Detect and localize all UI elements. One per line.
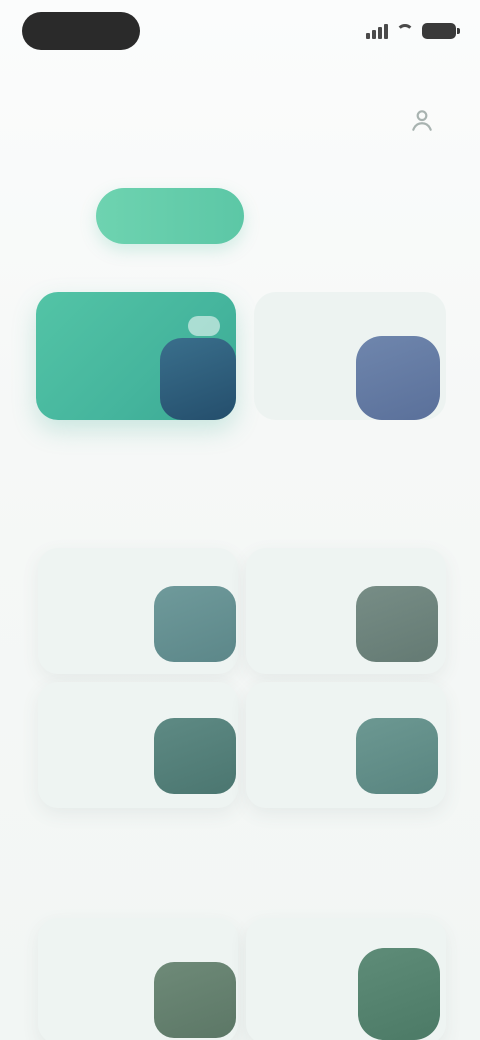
hero-illustration-secondary: [356, 336, 440, 420]
status-bar: [0, 0, 480, 64]
category-illustration: [154, 586, 236, 662]
status-time: [22, 12, 140, 50]
status-icons: [366, 20, 460, 42]
tab-secondary[interactable]: [262, 188, 372, 244]
category-illustration: [356, 718, 438, 794]
wifi-icon: [396, 24, 414, 38]
category-illustration: [154, 718, 236, 794]
hero-illustration-primary: [160, 338, 236, 420]
category-illustration: [154, 962, 236, 1038]
tab-bar: [96, 188, 372, 244]
battery-icon: [422, 23, 460, 39]
tab-primary[interactable]: [96, 188, 244, 244]
signal-icon: [366, 23, 388, 39]
category-illustration: [356, 586, 438, 662]
hero-badge: [188, 316, 220, 336]
user-icon: [412, 110, 432, 131]
app-screen: [0, 0, 480, 1040]
category-illustration: [358, 948, 440, 1040]
profile-button[interactable]: [398, 96, 446, 144]
